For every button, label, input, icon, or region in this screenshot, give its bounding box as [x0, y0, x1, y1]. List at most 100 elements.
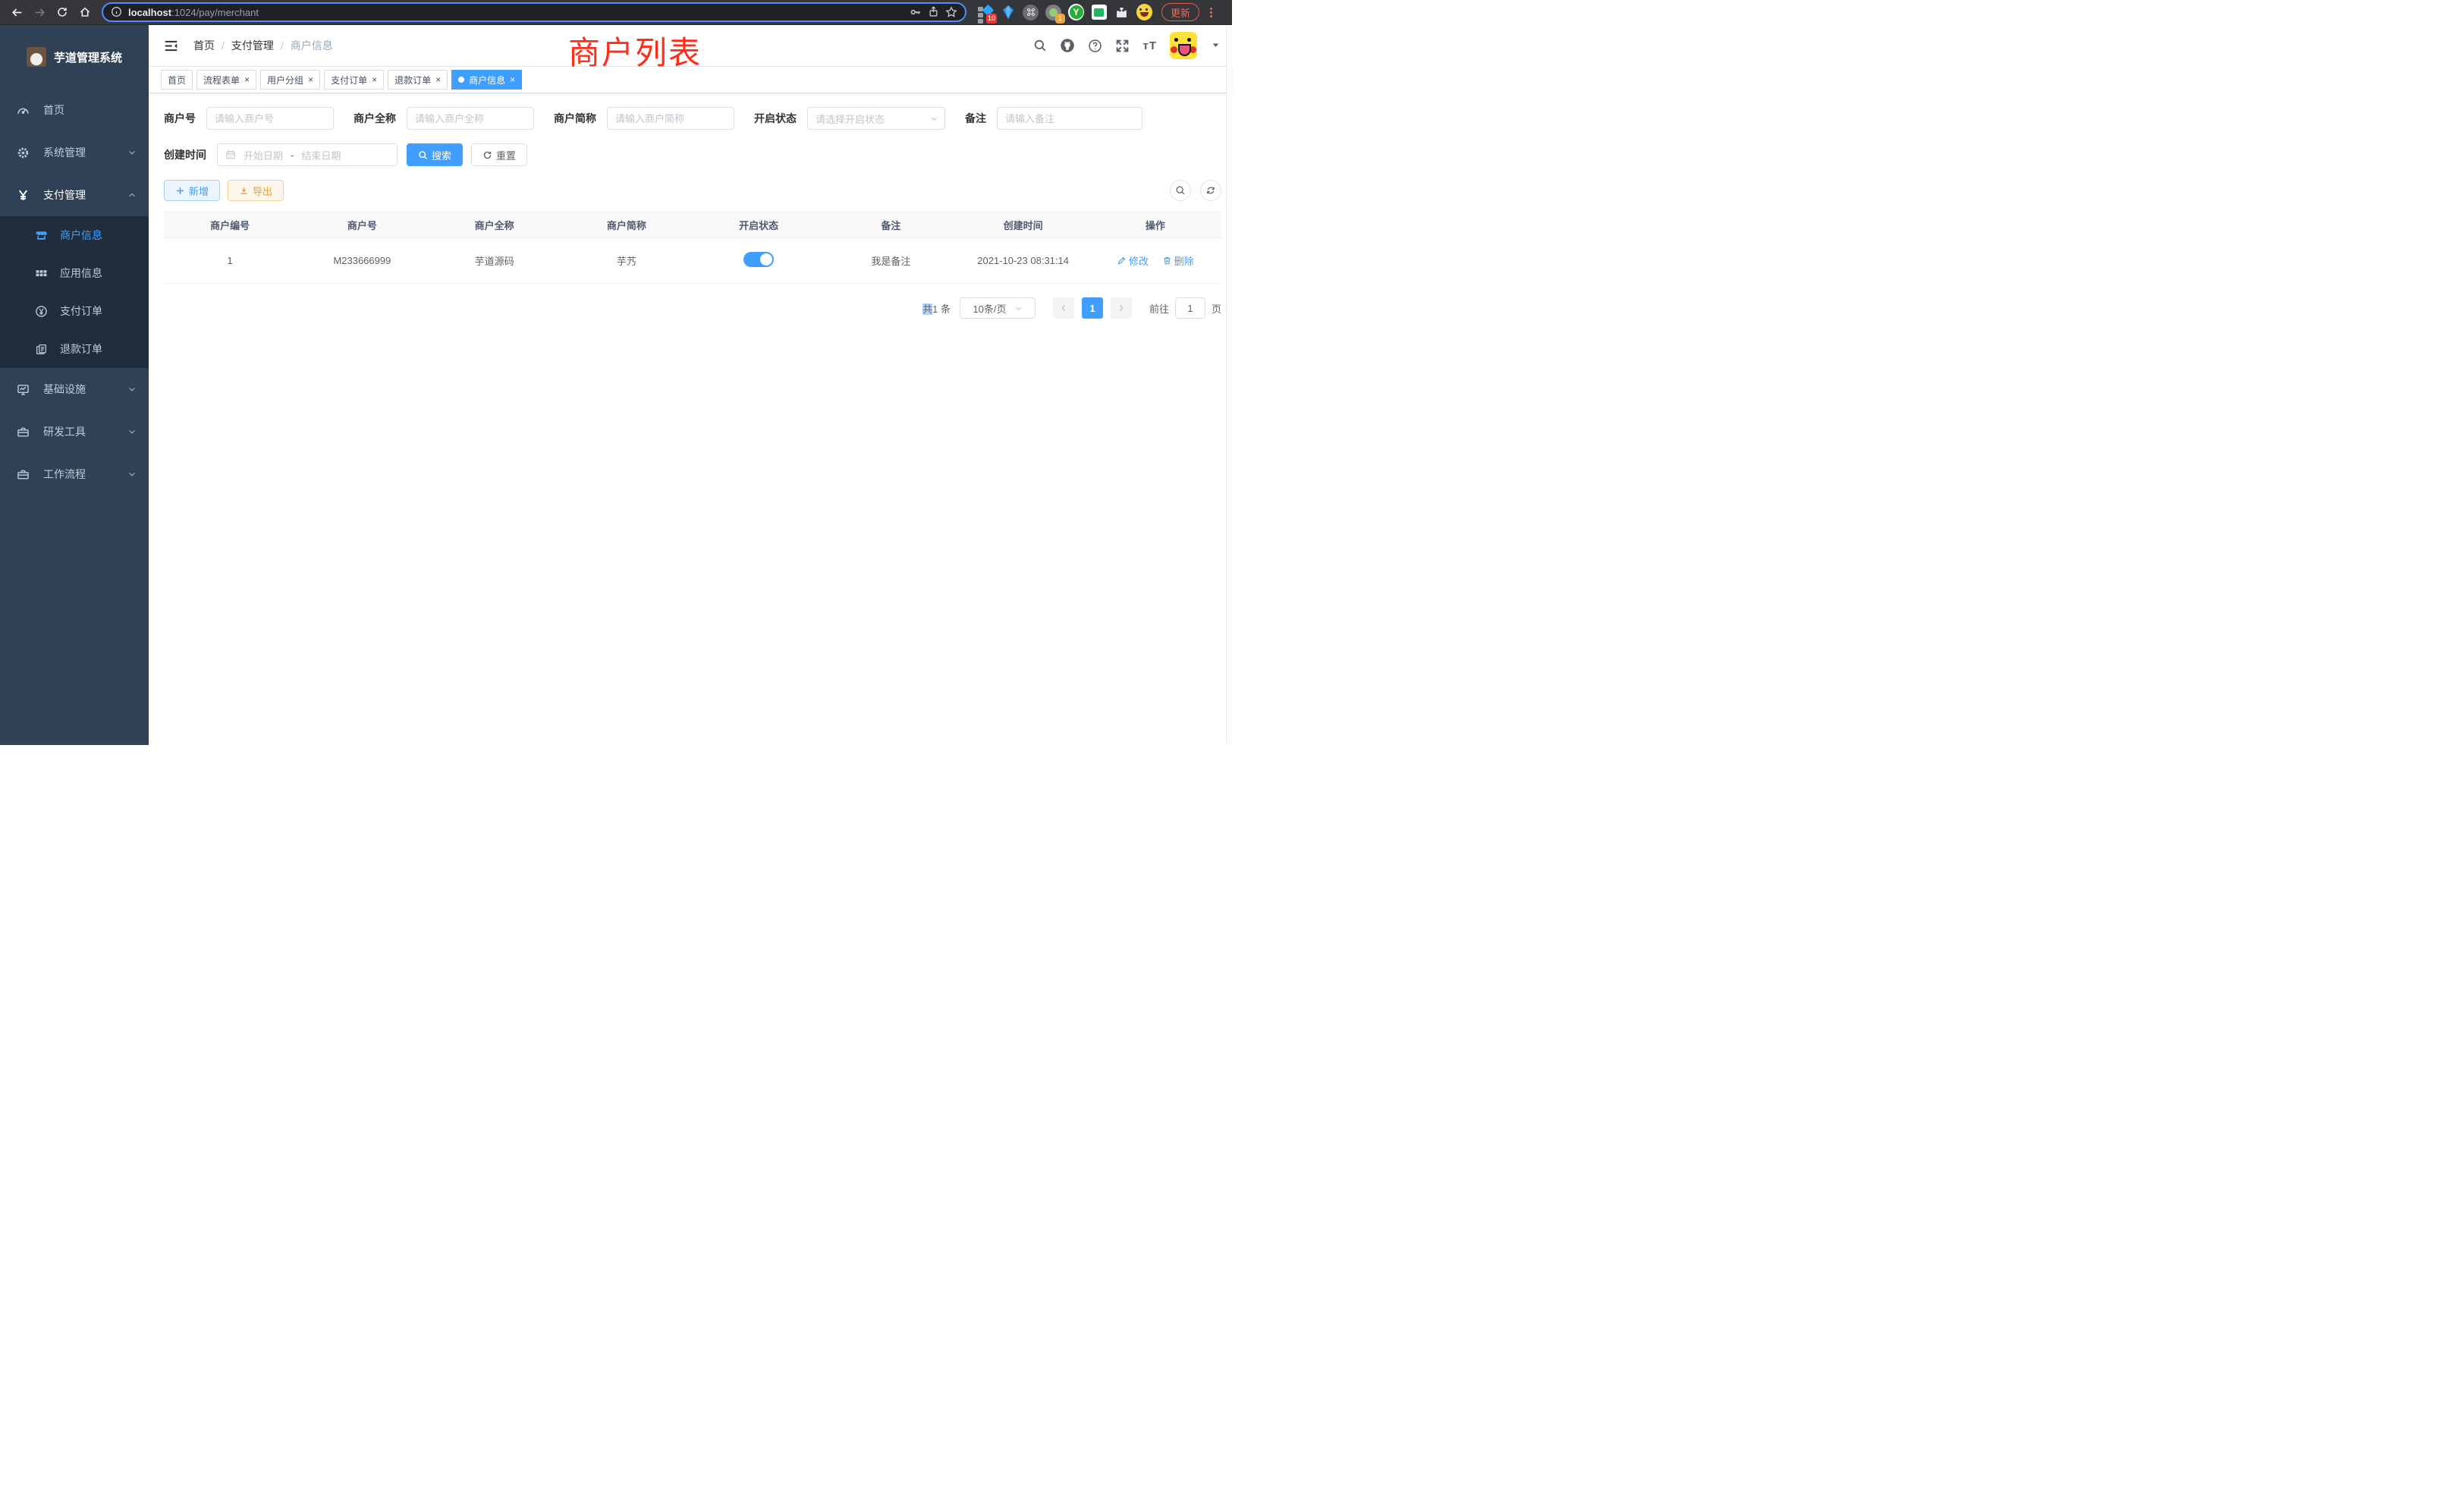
- refresh-table-button[interactable]: [1200, 180, 1221, 201]
- plus-icon: [175, 186, 185, 196]
- page-number-1[interactable]: 1: [1082, 297, 1103, 319]
- active-tab-dot: [458, 77, 464, 83]
- date-end-placeholder: 结束日期: [301, 148, 341, 162]
- tab-home[interactable]: 首页: [161, 70, 193, 90]
- reset-button[interactable]: 重置: [471, 143, 527, 166]
- browser-update-button[interactable]: 更新: [1161, 3, 1199, 21]
- toggle-search-button[interactable]: [1170, 180, 1191, 201]
- sidebar-item-home[interactable]: 首页: [0, 89, 149, 131]
- breadcrumb-home[interactable]: 首页: [193, 38, 215, 53]
- status-toggle[interactable]: [743, 252, 774, 267]
- browser-forward-button[interactable]: [30, 3, 49, 21]
- extension-chat-icon[interactable]: [1091, 5, 1107, 20]
- payment-submenu: 商户信息 应用信息 支付订单 退款订单: [0, 216, 149, 368]
- page-scrollbar[interactable]: [1226, 25, 1232, 745]
- extensions-puzzle-icon[interactable]: [1114, 5, 1130, 20]
- github-icon[interactable]: [1060, 38, 1075, 53]
- chevron-down-icon: [1014, 304, 1023, 313]
- share-icon[interactable]: [928, 5, 939, 19]
- sidebar-item-label: 基础设施: [43, 382, 86, 397]
- address-bar[interactable]: localhost:1024/pay/merchant: [102, 2, 966, 22]
- breadcrumb: 首页 / 支付管理 / 商户信息: [193, 38, 333, 53]
- url-path: :1024/pay/merchant: [171, 7, 259, 18]
- browser-menu-icon[interactable]: [1207, 6, 1215, 19]
- merchant-no-label: 商户号: [164, 111, 196, 126]
- sidebar-item-refund-order[interactable]: 退款订单: [0, 330, 149, 368]
- tab-refund-order[interactable]: 退款订单×: [388, 70, 448, 90]
- edit-link[interactable]: 修改: [1117, 253, 1149, 268]
- sidebar-logo[interactable]: 芋道管理系统: [0, 25, 149, 89]
- next-page-button[interactable]: [1111, 297, 1132, 319]
- extension-tabs-icon[interactable]: 10: [977, 5, 993, 20]
- goto-page: 前往 页: [1149, 297, 1221, 319]
- sidebar-item-label: 工作流程: [43, 467, 86, 482]
- browser-reload-button[interactable]: [53, 3, 71, 21]
- calendar-icon: [225, 149, 236, 160]
- url-text[interactable]: localhost:1024/pay/merchant: [128, 7, 904, 18]
- extension-command-icon[interactable]: [1023, 5, 1039, 20]
- page-size-select[interactable]: 10条/页: [960, 297, 1036, 319]
- col-merchant-name: 商户全称: [429, 212, 561, 238]
- sidebar-item-workflow[interactable]: 工作流程: [0, 453, 149, 495]
- date-range-picker[interactable]: 开始日期 - 结束日期: [217, 143, 398, 166]
- fullscreen-icon[interactable]: [1115, 39, 1130, 53]
- yen-circle-icon: [35, 305, 48, 318]
- extension-y-icon[interactable]: Y: [1068, 5, 1084, 20]
- col-merchant-id: 商户编号: [164, 212, 296, 238]
- refresh-icon: [1205, 185, 1216, 196]
- tab-user-group[interactable]: 用户分组×: [260, 70, 320, 90]
- sidebar-item-infrastructure[interactable]: 基础设施: [0, 368, 149, 410]
- search-form-row-2: 创建时间 开始日期 - 结束日期 搜索 重置: [164, 143, 1221, 166]
- prev-page-button[interactable]: [1053, 297, 1074, 319]
- header-search-icon[interactable]: [1033, 39, 1047, 52]
- merchant-name-label: 商户全称: [354, 111, 396, 126]
- sidebar-item-payment[interactable]: 支付管理: [0, 174, 149, 216]
- search-button[interactable]: 搜索: [407, 143, 463, 166]
- tab-pay-order[interactable]: 支付订单×: [324, 70, 384, 90]
- sidebar-item-label: 退款订单: [60, 341, 102, 357]
- breadcrumb-payment[interactable]: 支付管理: [231, 38, 274, 53]
- browser-profile-avatar[interactable]: [1136, 5, 1152, 20]
- goto-label: 前往: [1149, 301, 1169, 316]
- cell-merchant-id: 1: [164, 238, 296, 284]
- tab-merchant-info[interactable]: 商户信息×: [451, 70, 522, 90]
- chevron-right-icon: [1117, 303, 1126, 313]
- site-info-icon[interactable]: [111, 5, 122, 19]
- sidebar-item-merchant-info[interactable]: 商户信息: [0, 216, 149, 254]
- tab-process-form[interactable]: 流程表单×: [196, 70, 256, 90]
- close-icon[interactable]: ×: [244, 74, 250, 85]
- sidebar-collapse-icon[interactable]: [161, 36, 181, 56]
- close-icon[interactable]: ×: [372, 74, 377, 85]
- merchant-name-input[interactable]: [407, 107, 534, 130]
- help-icon[interactable]: [1088, 39, 1102, 53]
- close-icon[interactable]: ×: [510, 74, 515, 85]
- extension-gem-icon[interactable]: [1000, 5, 1016, 20]
- sidebar-item-system[interactable]: 系统管理: [0, 131, 149, 174]
- browser-home-button[interactable]: [76, 3, 94, 21]
- col-remark: 备注: [825, 212, 957, 238]
- export-button[interactable]: 导出: [228, 180, 284, 201]
- monitor-chart-icon: [17, 383, 30, 396]
- date-separator: -: [291, 149, 294, 161]
- sidebar-item-app-info[interactable]: 应用信息: [0, 254, 149, 292]
- sidebar-item-dev-tools[interactable]: 研发工具: [0, 410, 149, 453]
- status-select[interactable]: 请选择开启状态: [807, 107, 945, 130]
- add-button[interactable]: 新增: [164, 180, 220, 201]
- col-actions: 操作: [1089, 212, 1221, 238]
- merchant-no-input[interactable]: [206, 107, 334, 130]
- breadcrumb-separator: /: [222, 39, 225, 52]
- bookmark-star-icon[interactable]: [945, 5, 957, 19]
- delete-link[interactable]: 删除: [1162, 253, 1194, 268]
- user-avatar[interactable]: [1170, 32, 1197, 59]
- close-icon[interactable]: ×: [435, 74, 441, 85]
- merchant-short-input[interactable]: [607, 107, 734, 130]
- sidebar-item-pay-order[interactable]: 支付订单: [0, 292, 149, 330]
- remark-input[interactable]: [997, 107, 1142, 130]
- password-key-icon[interactable]: [910, 5, 922, 19]
- extension-notify-icon[interactable]: 1: [1045, 5, 1061, 20]
- goto-page-input[interactable]: [1175, 297, 1205, 319]
- browser-back-button[interactable]: [8, 3, 26, 21]
- font-size-icon[interactable]: тT: [1142, 39, 1157, 52]
- close-icon[interactable]: ×: [308, 74, 313, 85]
- caret-down-icon[interactable]: [1212, 39, 1220, 52]
